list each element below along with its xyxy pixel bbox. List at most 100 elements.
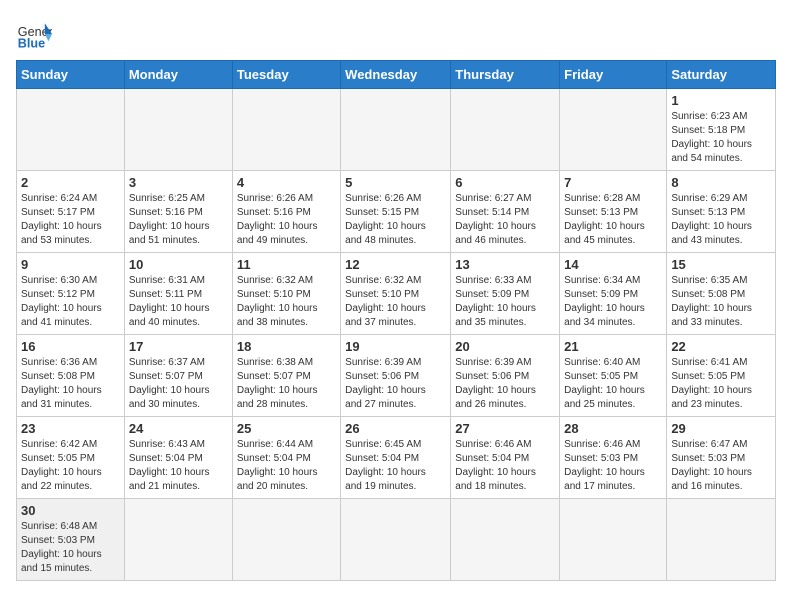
day-cell: 10 Sunrise: 6:31 AM Sunset: 5:11 PM Dayli… [124,253,232,335]
day-info: Sunrise: 6:35 AM Sunset: 5:08 PM Dayligh… [671,274,771,330]
logo: General Blue [16,16,58,52]
day-cell [560,89,667,171]
day-cell: 24Sunrise: 6:43 AM Sunset: 5:04 PM Dayli… [124,417,232,499]
day-number: 18 [237,339,336,354]
day-cell: 17 Sunrise: 6:37 AM Sunset: 5:07 PM Dayli… [124,335,232,417]
day-cell: 27 Sunrise: 6:46 AM Sunset: 5:04 PM Dayli… [451,417,560,499]
day-number: 30 [21,503,120,518]
week-row-3: 9Sunrise: 6:30 AM Sunset: 5:12 PM Daylig… [17,253,776,335]
day-cell: 11 Sunrise: 6:32 AM Sunset: 5:10 PM Dayli… [232,253,340,335]
day-info: Sunrise: 6:27 AM Sunset: 5:14 PM Dayligh… [455,192,555,248]
week-row-4: 16 Sunrise: 6:36 AM Sunset: 5:08 PM Dayli… [17,335,776,417]
day-cell [232,89,340,171]
day-cell [451,499,560,581]
week-row-2: 2 Sunrise: 6:24 AM Sunset: 5:17 PM Daylig… [17,171,776,253]
day-info: Sunrise: 6:29 AM Sunset: 5:13 PM Dayligh… [671,192,771,248]
day-info: Sunrise: 6:31 AM Sunset: 5:11 PM Dayligh… [129,274,228,330]
day-cell: 30 Sunrise: 6:48 AM Sunset: 5:03 PM Dayli… [17,499,125,581]
weekday-friday: Friday [560,61,667,89]
week-row-1: 1Sunrise: 6:23 AM Sunset: 5:18 PM Daylig… [17,89,776,171]
day-cell [341,89,451,171]
logo-icon: General Blue [16,16,52,52]
day-cell: 4 Sunrise: 6:26 AM Sunset: 5:16 PM Daylig… [232,171,340,253]
day-info: Sunrise: 6:33 AM Sunset: 5:09 PM Dayligh… [455,274,555,330]
day-cell: 15 Sunrise: 6:35 AM Sunset: 5:08 PM Dayli… [667,253,776,335]
day-number: 23 [21,421,120,436]
day-cell: 8Sunrise: 6:29 AM Sunset: 5:13 PM Daylig… [667,171,776,253]
day-number: 10 [129,257,228,272]
day-cell [341,499,451,581]
day-number: 25 [237,421,336,436]
day-info: Sunrise: 6:26 AM Sunset: 5:16 PM Dayligh… [237,192,336,248]
day-info: Sunrise: 6:46 AM Sunset: 5:04 PM Dayligh… [455,438,555,494]
day-cell: 16 Sunrise: 6:36 AM Sunset: 5:08 PM Dayli… [17,335,125,417]
day-cell [232,499,340,581]
day-cell: 25 Sunrise: 6:44 AM Sunset: 5:04 PM Dayli… [232,417,340,499]
day-info: Sunrise: 6:37 AM Sunset: 5:07 PM Dayligh… [129,356,228,412]
weekday-thursday: Thursday [451,61,560,89]
day-info: Sunrise: 6:39 AM Sunset: 5:06 PM Dayligh… [455,356,555,412]
day-number: 20 [455,339,555,354]
day-cell [17,89,125,171]
day-info: Sunrise: 6:23 AM Sunset: 5:18 PM Dayligh… [671,110,771,166]
weekday-wednesday: Wednesday [341,61,451,89]
day-number: 19 [345,339,446,354]
day-number: 15 [671,257,771,272]
day-cell [124,499,232,581]
day-info: Sunrise: 6:39 AM Sunset: 5:06 PM Dayligh… [345,356,446,412]
day-info: Sunrise: 6:26 AM Sunset: 5:15 PM Dayligh… [345,192,446,248]
day-cell [124,89,232,171]
day-cell: 22Sunrise: 6:41 AM Sunset: 5:05 PM Dayli… [667,335,776,417]
day-number: 12 [345,257,446,272]
day-number: 17 [129,339,228,354]
day-cell: 12 Sunrise: 6:32 AM Sunset: 5:10 PM Dayli… [341,253,451,335]
day-info: Sunrise: 6:32 AM Sunset: 5:10 PM Dayligh… [237,274,336,330]
weekday-monday: Monday [124,61,232,89]
day-cell: 1Sunrise: 6:23 AM Sunset: 5:18 PM Daylig… [667,89,776,171]
day-cell: 26Sunrise: 6:45 AM Sunset: 5:04 PM Dayli… [341,417,451,499]
day-info: Sunrise: 6:38 AM Sunset: 5:07 PM Dayligh… [237,356,336,412]
day-cell: 3 Sunrise: 6:25 AM Sunset: 5:16 PM Daylig… [124,171,232,253]
day-info: Sunrise: 6:48 AM Sunset: 5:03 PM Dayligh… [21,520,120,576]
day-cell: 14Sunrise: 6:34 AM Sunset: 5:09 PM Dayli… [560,253,667,335]
day-number: 6 [455,175,555,190]
day-number: 5 [345,175,446,190]
day-number: 16 [21,339,120,354]
day-info: Sunrise: 6:44 AM Sunset: 5:04 PM Dayligh… [237,438,336,494]
day-cell: 19 Sunrise: 6:39 AM Sunset: 5:06 PM Dayli… [341,335,451,417]
day-number: 4 [237,175,336,190]
day-number: 13 [455,257,555,272]
day-number: 26 [345,421,446,436]
calendar-table: SundayMondayTuesdayWednesdayThursdayFrid… [16,60,776,581]
day-cell: 23Sunrise: 6:42 AM Sunset: 5:05 PM Dayli… [17,417,125,499]
day-number: 29 [671,421,771,436]
day-number: 3 [129,175,228,190]
day-info: Sunrise: 6:25 AM Sunset: 5:16 PM Dayligh… [129,192,228,248]
day-info: Sunrise: 6:40 AM Sunset: 5:05 PM Dayligh… [564,356,662,412]
day-info: Sunrise: 6:46 AM Sunset: 5:03 PM Dayligh… [564,438,662,494]
weekday-header-row: SundayMondayTuesdayWednesdayThursdayFrid… [17,61,776,89]
day-info: Sunrise: 6:24 AM Sunset: 5:17 PM Dayligh… [21,192,120,248]
day-number: 2 [21,175,120,190]
day-number: 21 [564,339,662,354]
day-info: Sunrise: 6:32 AM Sunset: 5:10 PM Dayligh… [345,274,446,330]
weekday-tuesday: Tuesday [232,61,340,89]
day-number: 28 [564,421,662,436]
day-cell: 5 Sunrise: 6:26 AM Sunset: 5:15 PM Daylig… [341,171,451,253]
week-row-6: 30 Sunrise: 6:48 AM Sunset: 5:03 PM Dayli… [17,499,776,581]
day-cell [560,499,667,581]
day-cell: 18 Sunrise: 6:38 AM Sunset: 5:07 PM Dayli… [232,335,340,417]
day-cell: 29 Sunrise: 6:47 AM Sunset: 5:03 PM Dayli… [667,417,776,499]
weekday-saturday: Saturday [667,61,776,89]
svg-text:Blue: Blue [18,37,45,51]
day-cell: 28 Sunrise: 6:46 AM Sunset: 5:03 PM Dayli… [560,417,667,499]
day-number: 9 [21,257,120,272]
day-number: 27 [455,421,555,436]
page-header: General Blue [16,16,776,52]
day-number: 11 [237,257,336,272]
day-info: Sunrise: 6:47 AM Sunset: 5:03 PM Dayligh… [671,438,771,494]
day-cell: 9Sunrise: 6:30 AM Sunset: 5:12 PM Daylig… [17,253,125,335]
day-cell: 2 Sunrise: 6:24 AM Sunset: 5:17 PM Daylig… [17,171,125,253]
weekday-sunday: Sunday [17,61,125,89]
day-info: Sunrise: 6:36 AM Sunset: 5:08 PM Dayligh… [21,356,120,412]
